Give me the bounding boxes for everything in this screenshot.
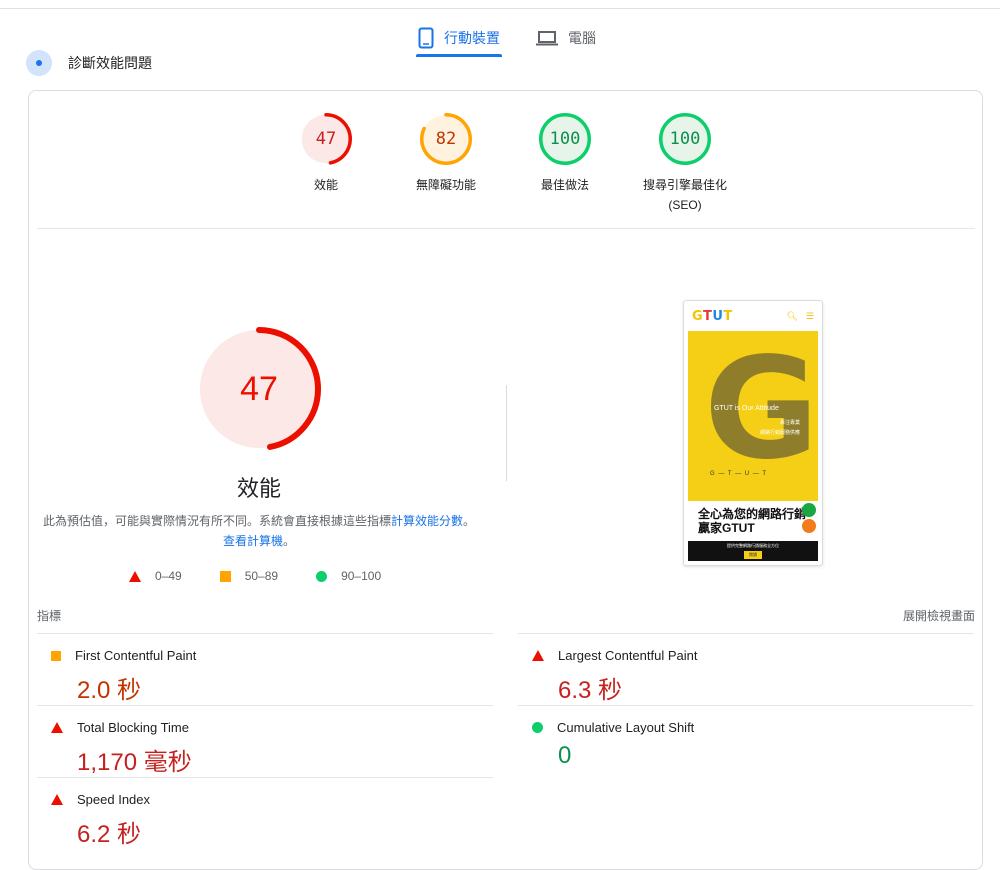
gauge-score: 82 [435,129,457,149]
screenshot-headline: 全心為您的網路行銷贏家GTUT [698,507,807,535]
tab-mobile[interactable]: 行動裝置 [418,20,500,56]
metric-name: Cumulative Layout Shift [557,720,695,735]
diagnosis-icon [26,50,52,76]
metric-lcp: Largest Contentful Paint 6.3 秒 [518,633,974,705]
menu-icon: ☰ [805,310,814,321]
metric-label-row: Total Blocking Time [51,720,189,735]
report-card: 47 效能 82 無障礙功能 100 最佳做法 100 搜尋引擎最佳化 (SEO… [28,90,983,870]
performance-score: 47 [240,370,278,408]
metric-name: First Contentful Paint [75,648,197,663]
hero-tagline: GTUT is Our Attitude [714,405,779,412]
metric-value: 1,170 毫秒 [77,749,192,776]
vertical-divider [506,385,507,481]
metric-name: Total Blocking Time [77,720,189,735]
laptop-icon [536,31,558,46]
gauge-ring: 47 [300,113,352,165]
legend-average-label: 50–89 [244,569,279,583]
metric-name: Speed Index [77,792,151,807]
metric-cls: Cumulative Layout Shift 0 [518,705,974,777]
gauge-performance[interactable]: 47 效能 [261,113,391,195]
legend-fail: 0–49 [129,569,182,583]
metric-label-row: Speed Index [51,792,150,807]
score-legend: 0–49 50–89 90–100 [129,569,419,583]
hero-line3: 網路行銷服務供應 [759,430,800,436]
metric-value: 6.2 秒 [77,821,142,848]
gauge-seo[interactable]: 100 搜尋引擎最佳化 (SEO) [620,113,750,215]
gauge-label: 效能 [313,178,338,192]
diagnosis-header: 診斷效能問題 [26,50,152,76]
hero-line2: 專注專業 [779,420,800,426]
tab-desktop-label: 電腦 [568,30,596,46]
metrics-title: 指標 [37,609,62,623]
red-triangle-icon [51,794,63,805]
gtut-logo: GTUT [692,308,733,324]
red-triangle-icon [51,722,63,733]
gauge-label-line2: (SEO) [668,198,702,212]
calc-score-link[interactable]: 計算效能分數 [391,514,463,528]
orange-square-icon [219,570,231,582]
legend-pass-label: 90–100 [341,569,382,583]
phone-call-icon [802,519,816,533]
gauge-score: 47 [315,129,337,149]
screenshot-header-icons: 🔍︎ ☰ [786,311,814,322]
metric-value: 2.0 秒 [77,677,142,704]
gauge-ring: 100 [659,113,711,165]
metric-label-row: First Contentful Paint [51,648,196,663]
metric-label-row: Largest Contentful Paint [532,648,697,663]
green-circle-icon [532,722,543,733]
legend-average: 50–89 [219,569,279,583]
screenshot-footer: 提供完整網路行銷服務全方位 閱讀 [688,541,818,561]
legend-fail-label: 0–49 [155,569,182,583]
gauge-score: 100 [669,129,701,149]
footer-button: 閱讀 [744,551,762,559]
note-text: 此為預估值，可能與實際情況有所不同。系統會直接根據這些指標 [42,514,391,528]
tab-mobile-label: 行動裝置 [444,30,500,46]
green-circle-icon [316,570,328,582]
metric-tbt: Total Blocking Time 1,170 毫秒 [37,705,493,777]
performance-gauge: 47 [197,327,321,451]
smartphone-icon [418,27,434,49]
expand-view-toggle[interactable]: 展開檢視畫面 [903,607,975,624]
tab-desktop[interactable]: 電腦 [536,20,596,56]
active-tab-indicator [416,54,502,57]
metric-value: 6.3 秒 [558,677,623,704]
gauge-ring: 100 [539,113,591,165]
gauge-label: 無障礙功能 [415,178,476,192]
calculator-link[interactable]: 查看計算機 [223,534,283,548]
hero-bottom-text: G — T — U — T [710,471,768,477]
footer-text: 提供完整網路行銷服務全方位 [727,543,779,548]
red-triangle-icon [532,650,544,661]
gauge-score: 100 [549,129,581,149]
divider [37,228,975,229]
gauge-best-practices[interactable]: 100 最佳做法 [500,113,630,195]
orange-square-icon [51,650,61,661]
diagnosis-title: 診斷效能問題 [68,55,152,71]
page-screenshot[interactable]: GTUT 🔍︎ ☰ G GTUT is Our Attitude 專注專業 網路… [683,300,823,566]
metrics-header: 指標 展開檢視畫面 [37,607,975,624]
metric-fcp: First Contentful Paint 2.0 秒 [37,633,493,705]
gauge-label: 搜尋引擎最佳化 (SEO) [620,175,750,215]
category-gauges: 47 效能 82 無障礙功能 100 最佳做法 100 搜尋引擎最佳化 (SEO… [29,113,984,223]
note-sep: 。 [463,514,476,528]
red-triangle-icon [129,570,141,582]
legend-pass: 90–100 [316,569,381,583]
performance-title: 效能 [236,476,281,501]
performance-note: 此為預估值，可能與實際情況有所不同。系統會直接根據這些指標計算效能分數。查看計算… [39,511,479,551]
note-end: 。 [283,534,296,548]
gauge-accessibility[interactable]: 82 無障礙功能 [381,113,511,195]
screenshot-header: GTUT 🔍︎ ☰ [684,301,822,331]
gauge-label: 最佳做法 [540,178,589,192]
metric-value: 0 [558,742,572,769]
metric-si: Speed Index 6.2 秒 [37,777,493,849]
gauge-label-line1: 搜尋引擎最佳化 [642,178,727,192]
line-chat-icon [802,503,816,517]
top-border [0,8,1000,9]
screenshot-hero: G GTUT is Our Attitude 專注專業 網路行銷服務供應 G —… [688,331,818,501]
gauge-ring: 82 [420,113,472,165]
search-icon: 🔍︎ [786,310,798,321]
metric-label-row: Cumulative Layout Shift [532,720,694,735]
metric-name: Largest Contentful Paint [558,648,698,663]
